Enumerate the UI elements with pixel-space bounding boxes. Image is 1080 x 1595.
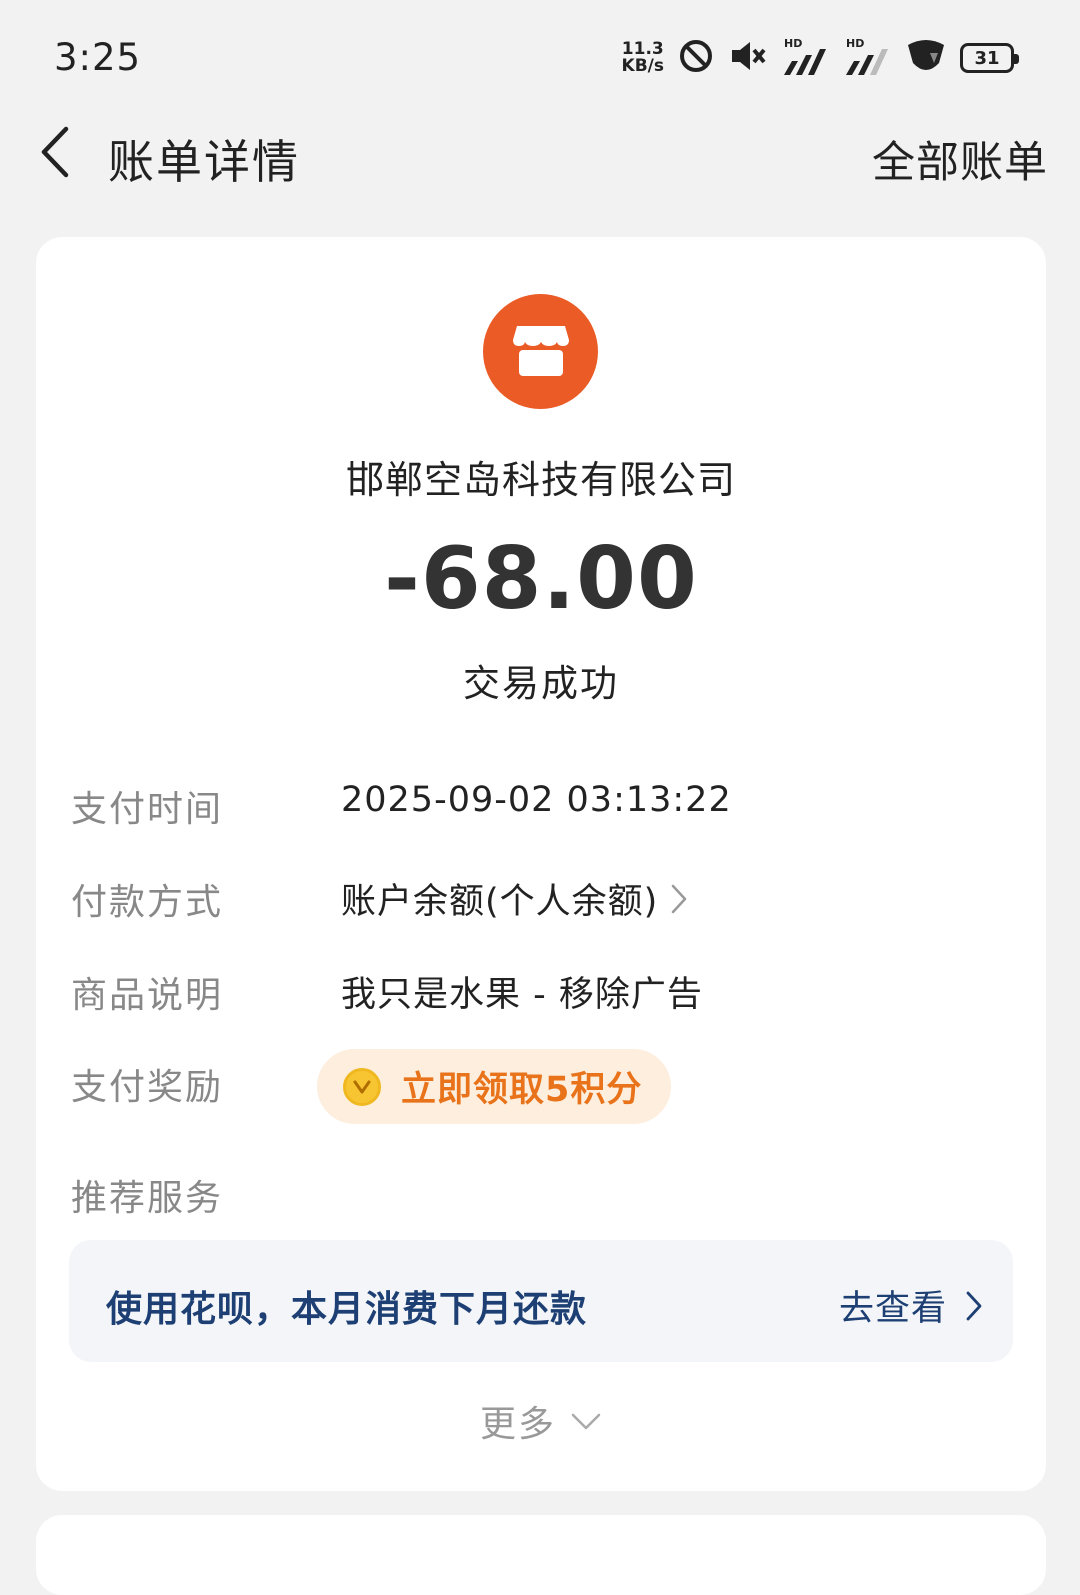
- net-speed: 11.3 KB/s: [622, 41, 664, 75]
- dnd-icon: [678, 38, 714, 78]
- pay-time-text: 2025-09-02 03:13:22: [341, 780, 732, 820]
- claim-points-label: 立即领取5积分: [401, 1070, 643, 1110]
- pay-time-value: 2025-09-02 03:13:22: [341, 780, 732, 820]
- store-icon: [511, 322, 571, 382]
- huabei-promo[interactable]: 使用花呗，本月消费下月还款 去查看: [69, 1240, 1013, 1362]
- pay-time-label: 支付时间: [71, 789, 224, 830]
- product-desc-text: 我只是水果 - 移除广告: [341, 975, 703, 1015]
- page-title: 账单详情: [108, 135, 300, 189]
- payment-method-label: 付款方式: [71, 882, 224, 923]
- chevron-right-icon: [670, 883, 688, 915]
- merchant-name: 邯郸空岛科技有限公司: [345, 458, 736, 502]
- more-label: 更多: [479, 1404, 556, 1445]
- signal-badge-1: HD: [784, 36, 803, 50]
- claim-points-button[interactable]: 立即领取5积分: [317, 1049, 671, 1124]
- secondary-card: [36, 1515, 1046, 1595]
- signal-icon: [844, 48, 892, 79]
- payment-method-text: 账户余额(个人余额): [341, 882, 659, 922]
- mute-icon: [728, 38, 768, 78]
- battery-level: 31: [974, 47, 1000, 69]
- net-speed-unit: KB/s: [621, 56, 664, 76]
- more-button[interactable]: 更多: [36, 1395, 1046, 1447]
- battery-icon: 31: [960, 43, 1019, 73]
- recommended-services-label: 推荐服务: [71, 1178, 224, 1219]
- pay-reward-label: 支付奖励: [71, 1067, 224, 1108]
- status-time: 3:25: [54, 36, 142, 79]
- status-bar: 3:25 11.3 KB/s HD HD 31: [0, 0, 1080, 110]
- bill-detail-card: 邯郸空岛科技有限公司 -68.00 交易成功 支付时间 2025-09-02 0…: [36, 237, 1046, 1491]
- chevron-right-icon: [965, 1290, 983, 1322]
- promo-view-label: 去查看: [838, 1289, 947, 1329]
- merchant-logo: [483, 294, 598, 409]
- transaction-status: 交易成功: [463, 662, 619, 705]
- promo-text: 使用花呗，本月消费下月还款: [106, 1289, 588, 1330]
- transaction-amount: -68.00: [384, 529, 698, 629]
- payment-method-value[interactable]: 账户余额(个人余额): [341, 873, 688, 924]
- signal-1: HD: [782, 38, 830, 79]
- promo-view-link[interactable]: 去查看: [839, 1280, 983, 1331]
- signal-badge-2: HD: [846, 36, 865, 50]
- status-icons: 11.3 KB/s HD HD 31: [622, 36, 1019, 80]
- back-arrow-icon: [38, 125, 72, 183]
- back-button[interactable]: [30, 124, 80, 184]
- signal-2: HD: [844, 38, 892, 79]
- coin-icon: [343, 1067, 381, 1106]
- product-desc-label: 商品说明: [71, 975, 224, 1016]
- all-bills-link[interactable]: 全部账单: [872, 128, 1048, 190]
- chevron-down-icon: [570, 1411, 602, 1431]
- nav-bar: 账单详情 全部账单: [0, 110, 1080, 200]
- product-desc-value: 我只是水果 - 移除广告: [341, 966, 703, 1017]
- wifi-icon: [906, 39, 946, 77]
- signal-icon: [782, 48, 830, 79]
